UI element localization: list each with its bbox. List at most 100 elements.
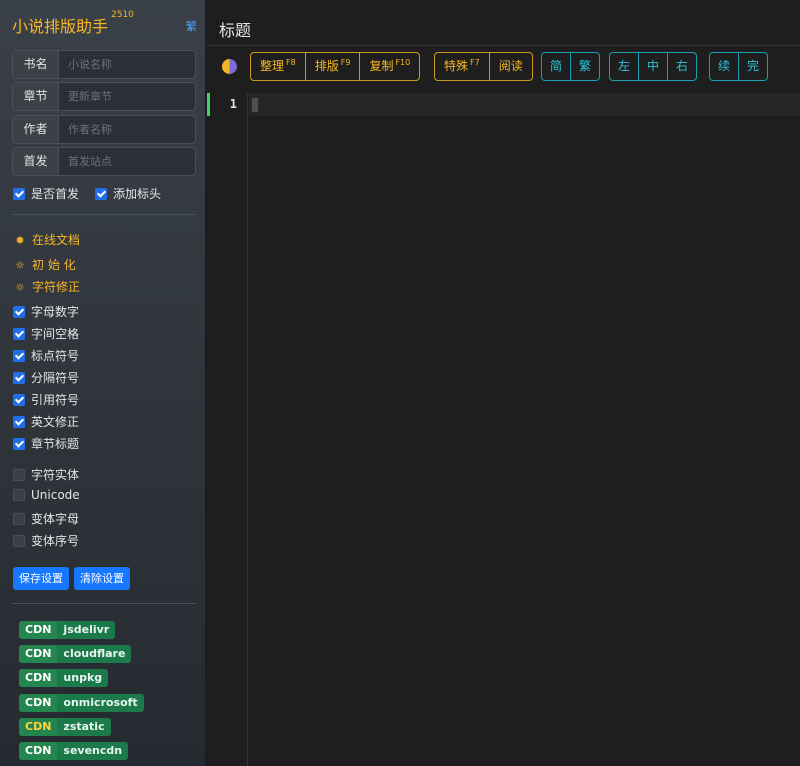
special-button[interactable]: 特殊 F7	[435, 53, 489, 80]
layout-shortcut: F9	[340, 58, 351, 67]
read-button[interactable]: 阅读	[488, 53, 532, 80]
option-label: 章节标题	[31, 437, 80, 451]
first-release-checkbox[interactable]	[13, 187, 25, 200]
copy-shortcut: F10	[395, 58, 411, 67]
first-release-label: 首发	[13, 148, 59, 175]
first-release-input[interactable]	[60, 148, 194, 175]
option-row[interactable]: 字符实体	[13, 466, 79, 482]
option-checkbox[interactable]	[13, 437, 25, 450]
cdn-name: jsdelivr	[63, 623, 110, 636]
option-label: 分隔符号	[31, 371, 80, 385]
first-release-checkbox-row[interactable]: 是否首发	[13, 185, 79, 202]
author-input[interactable]	[60, 116, 194, 143]
continue-button[interactable]: 续	[710, 53, 738, 80]
traditional-toggle[interactable]: 繁	[186, 18, 197, 34]
option-checkbox[interactable]	[13, 327, 25, 340]
option-row[interactable]: 分隔符号	[13, 369, 79, 385]
cdn-badge-sevencdn[interactable]: CDN sevencdn	[19, 742, 129, 760]
option-row[interactable]: 字母数字	[13, 303, 79, 319]
align-left-button[interactable]: 左	[610, 53, 638, 80]
text-editor[interactable]: 1	[207, 93, 800, 766]
book-name-field: 书名	[12, 50, 196, 79]
add-header-checkbox-label: 添加标头	[113, 187, 162, 201]
tidy-label: 整理	[260, 59, 285, 73]
format-button-group: 整理 F8 排版 F9 复制 F10	[250, 52, 421, 81]
option-row[interactable]: Unicode	[13, 488, 80, 504]
layout-label: 排版	[314, 59, 339, 73]
add-header-checkbox[interactable]	[95, 187, 107, 200]
finish-button[interactable]: 完	[738, 53, 767, 80]
option-checkbox[interactable]	[13, 305, 25, 318]
traditional-button[interactable]: 繁	[570, 53, 599, 80]
option-checkbox[interactable]	[13, 371, 25, 384]
save-settings-button[interactable]: 保存设置	[13, 567, 69, 590]
option-row[interactable]: 字间空格	[13, 325, 79, 341]
line-number: 1	[229, 97, 237, 111]
option-row[interactable]: 标点符号	[13, 347, 79, 363]
chapter-field: 章节	[12, 82, 196, 111]
gear-sun-icon: ✹	[15, 234, 25, 247]
sun-icon: ☼	[15, 259, 25, 272]
app-title: 小说排版助手	[12, 17, 109, 36]
tidy-shortcut: F8	[286, 58, 296, 67]
cdn-name: onmicrosoft	[63, 696, 138, 709]
option-row[interactable]: 引用符号	[13, 391, 79, 407]
option-row[interactable]: 英文修正	[13, 413, 79, 429]
cdn-badge-cloudflare[interactable]: CDN cloudflare	[19, 645, 132, 663]
option-label: 变体序号	[31, 534, 80, 548]
author-label: 作者	[13, 116, 59, 143]
online-docs-link[interactable]: ✹ 在线文档	[14, 231, 80, 248]
add-header-checkbox-row[interactable]: 添加标头	[95, 185, 161, 202]
special-shortcut: F7	[470, 58, 480, 67]
option-label: 字母数字	[31, 305, 80, 319]
cdn-badge-jsdelivr[interactable]: CDN jsdelivr	[19, 621, 116, 639]
title-divider	[207, 45, 800, 46]
option-checkbox[interactable]	[13, 512, 25, 525]
layout-button[interactable]: 排版 F9	[304, 53, 360, 80]
initialize-link[interactable]: ☼ 初 始 化	[14, 256, 76, 273]
clear-settings-button[interactable]: 清除设置	[74, 567, 130, 590]
tidy-button[interactable]: 整理 F8	[251, 53, 305, 80]
theme-toggle-icon[interactable]	[222, 59, 237, 74]
cdn-name: unpkg	[63, 671, 103, 684]
cdn-badge-onmicrosoft[interactable]: CDN onmicrosoft	[19, 694, 144, 712]
cdn-badge-unpkg[interactable]: CDN unpkg	[19, 669, 109, 687]
copy-button[interactable]: 复制 F10	[359, 53, 419, 80]
book-name-input[interactable]	[60, 51, 194, 78]
toolbar: 整理 F8 排版 F9 复制 F10 特殊 F7 阅读 简 繁 左 中 右 续 完	[207, 50, 800, 84]
status-button-group: 续 完	[709, 52, 769, 81]
option-row[interactable]: 变体字母	[13, 510, 79, 526]
page-title[interactable]: 标题	[219, 17, 251, 41]
cdn-badge-zstatic[interactable]: CDN zstatic	[19, 718, 111, 736]
chapter-input[interactable]	[60, 83, 194, 110]
sidebar: 小说排版助手 2510 繁 书名 章节 作者 首发 是否首发 添加标头 ✹ 在线文…	[0, 0, 206, 766]
cdn-tag: CDN	[19, 694, 58, 712]
special-button-group: 特殊 F7 阅读	[434, 52, 533, 81]
cdn-tag: CDN	[19, 669, 58, 687]
option-checkbox[interactable]	[13, 488, 25, 501]
author-field: 作者	[12, 115, 196, 144]
cdn-name: cloudflare	[63, 647, 126, 660]
option-checkbox[interactable]	[13, 393, 25, 406]
option-checkbox[interactable]	[13, 349, 25, 362]
align-center-button[interactable]: 中	[638, 53, 667, 80]
simplified-button[interactable]: 简	[542, 53, 570, 80]
align-button-group: 左 中 右	[609, 52, 698, 81]
option-label: 标点符号	[31, 349, 80, 363]
align-right-button[interactable]: 右	[667, 53, 696, 80]
option-label: 英文修正	[31, 415, 80, 429]
online-docs-label: 在线文档	[32, 233, 81, 247]
option-label: 字间空格	[31, 327, 80, 341]
option-row[interactable]: 章节标题	[13, 435, 79, 451]
option-checkbox[interactable]	[13, 534, 25, 547]
option-row[interactable]: 变体序号	[13, 532, 79, 548]
option-label: 字符实体	[31, 468, 80, 482]
active-line[interactable]	[249, 93, 800, 116]
special-label: 特殊	[444, 59, 469, 73]
option-checkbox[interactable]	[13, 468, 25, 481]
option-label: Unicode	[31, 488, 80, 502]
editor-gutter: 1	[207, 93, 248, 766]
option-checkbox[interactable]	[13, 415, 25, 428]
cdn-tag: CDN	[19, 621, 58, 639]
char-fix-link[interactable]: ☼ 字符修正	[14, 278, 80, 295]
